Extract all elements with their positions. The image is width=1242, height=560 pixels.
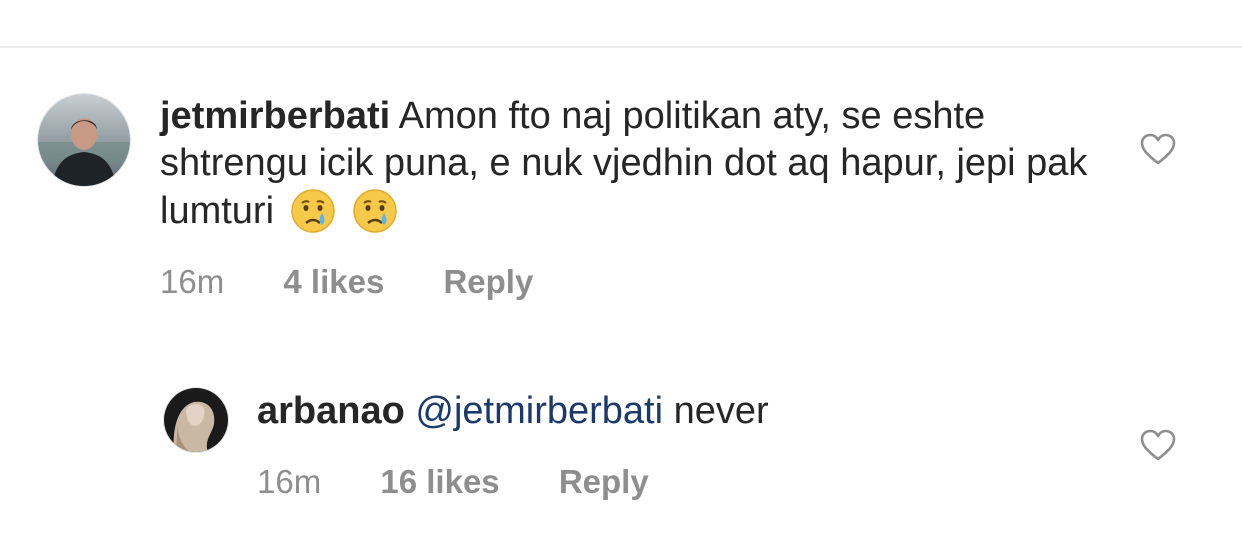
- comment-item: jetmirberbati Amon fto naj politikan aty…: [0, 0, 1242, 330]
- comment-likes-link[interactable]: 4 likes: [283, 263, 384, 301]
- comment-text: arbanao @jetmirberbati never: [257, 388, 1077, 435]
- comment-username[interactable]: jetmirberbati: [160, 95, 390, 137]
- avatar-photo-icon: [164, 388, 228, 452]
- comment-body: never: [673, 390, 769, 432]
- comment-username[interactable]: arbanao: [257, 390, 405, 432]
- comment-meta: 16m 4 likes Reply: [160, 263, 533, 301]
- comment-timestamp: 16m: [160, 263, 225, 300]
- heart-outline-icon[interactable]: [1139, 132, 1177, 166]
- avatar[interactable]: [163, 387, 229, 453]
- crying-face-icon: [351, 187, 399, 235]
- comment-likes-link[interactable]: 16 likes: [380, 463, 499, 501]
- reply-button[interactable]: Reply: [443, 263, 533, 301]
- comment-text: jetmirberbati Amon fto naj politikan aty…: [160, 93, 1090, 235]
- mention-link[interactable]: @jetmirberbati: [415, 390, 663, 432]
- avatar[interactable]: [37, 93, 131, 187]
- heart-outline-icon[interactable]: [1139, 428, 1177, 462]
- crying-face-icon: [289, 187, 337, 235]
- comment-timestamp: 16m: [257, 463, 322, 500]
- reply-button[interactable]: Reply: [559, 463, 649, 501]
- comment-meta: 16m 16 likes Reply: [257, 463, 649, 501]
- avatar-photo-icon: [38, 94, 130, 186]
